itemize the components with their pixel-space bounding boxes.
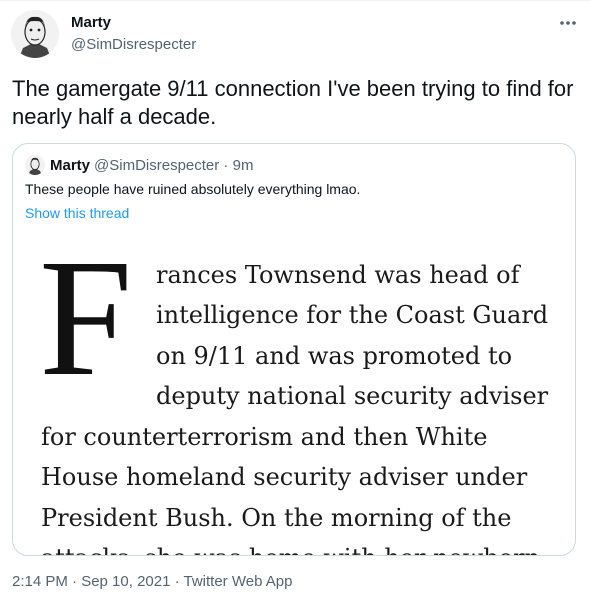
article-line: on 9/11 and was promoted to	[156, 342, 513, 370]
tweet-text: The gamergate 9/11 connection I've been …	[12, 76, 574, 129]
more-horizontal-icon	[560, 21, 576, 25]
show-thread-link[interactable]: Show this thread	[25, 205, 129, 221]
article-excerpt-image: F rances Townsend was head of intelligen…	[13, 225, 575, 555]
article-line: intelligence for the Coast Guard	[156, 301, 549, 329]
author-handle[interactable]: @SimDisrespecter	[71, 35, 196, 55]
author-name[interactable]: Marty	[71, 13, 196, 33]
quoted-author-meta: @SimDisrespecter · 9m	[94, 156, 254, 174]
quoted-author-avatar	[25, 155, 45, 175]
article-line: attacks, she was home with her newborn	[41, 543, 540, 555]
article-line: for counterterrorism and then White	[41, 423, 488, 451]
article-line: House homeland security adviser under	[41, 463, 528, 491]
tweet-timestamp[interactable]: 2:14 PM · Sep 10, 2021 · Twitter Web App	[12, 573, 292, 590]
author-avatar[interactable]	[11, 10, 59, 58]
quoted-tweet-card[interactable]: Marty @SimDisrespecter · 9m These people…	[12, 143, 576, 556]
article-line: President Bush. On the morning of the	[41, 504, 512, 532]
top-divider	[0, 0, 591, 1]
dropcap-letter: F	[39, 225, 133, 411]
article-line: deputy national security adviser	[156, 382, 549, 410]
quoted-tweet-text: These people have ruined absolutely ever…	[25, 181, 361, 197]
quoted-tweet-header: Marty @SimDisrespecter · 9m	[25, 155, 253, 175]
article-line: rances Townsend was head of	[156, 261, 520, 289]
quoted-author-name: Marty	[50, 156, 91, 174]
author-block: Marty @SimDisrespecter	[71, 13, 196, 55]
more-options-button[interactable]	[557, 12, 579, 34]
